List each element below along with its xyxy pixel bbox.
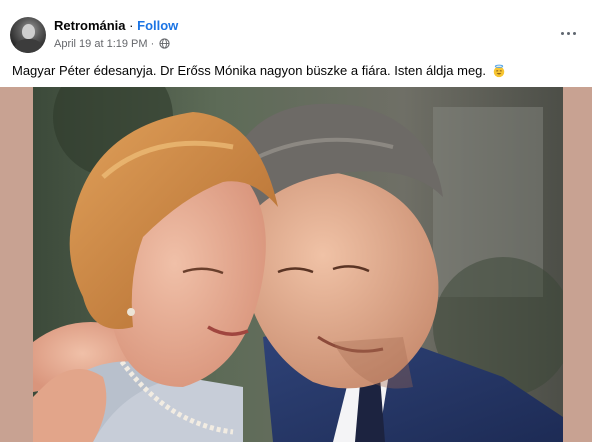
name-separator: ·	[129, 18, 134, 33]
post-author-line: Retrománia · Follow	[54, 18, 178, 34]
post-meta: April 19 at 1:19 PM ·	[54, 37, 170, 51]
more-options-button[interactable]	[556, 25, 580, 41]
follow-button[interactable]: Follow	[137, 18, 178, 33]
post-photo[interactable]	[33, 87, 563, 442]
post-photo-frame	[0, 87, 592, 442]
meta-separator: ·	[150, 38, 155, 50]
post-caption: Magyar Péter édesanyja. Dr Erőss Mónika …	[12, 62, 582, 80]
more-options-icon	[560, 31, 564, 35]
caption-text: Magyar Péter édesanyja. Dr Erőss Mónika …	[12, 63, 487, 78]
post-header: Retrománia · Follow April 19 at 1:19 PM …	[0, 0, 592, 56]
page-avatar[interactable]	[10, 17, 46, 53]
author-name-link[interactable]: Retrománia	[54, 18, 126, 33]
avatar-face	[22, 24, 35, 39]
smiling-face-with-halo-emoji-icon	[493, 64, 504, 78]
more-options-icon	[566, 31, 570, 35]
more-options-icon	[572, 31, 576, 35]
facebook-post: Retrománia · Follow April 19 at 1:19 PM …	[0, 0, 592, 442]
post-timestamp-link[interactable]: April 19 at 1:19 PM	[54, 38, 148, 50]
avatar-body	[15, 39, 42, 53]
photo-of-mother-and-son-embracing	[33, 87, 563, 442]
globe-icon[interactable]	[159, 38, 170, 49]
